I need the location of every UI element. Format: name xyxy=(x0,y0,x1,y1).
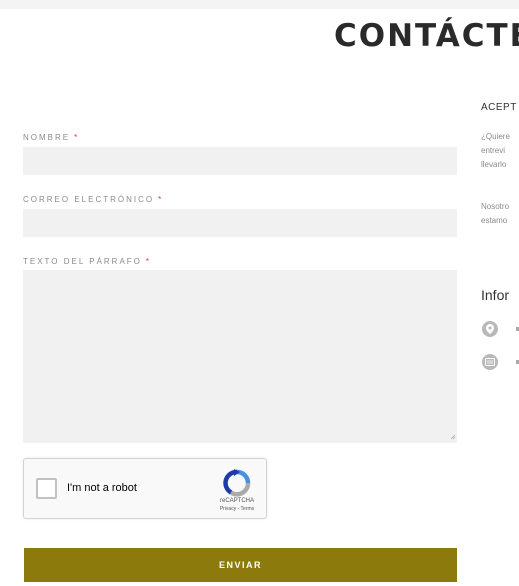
sidebar-paragraph: Nosotro estamo xyxy=(481,200,519,228)
recaptcha-brand: reCAPTCHA xyxy=(219,498,254,504)
recaptcha-widget: I'm not a robot reCAPTCHA Privacy - Term… xyxy=(23,458,267,519)
sidebar-paragraph-line: ¿Quiere xyxy=(481,132,510,141)
info-heading: Infor xyxy=(481,287,510,303)
email-label: CORREO ELECTRÓNICO * xyxy=(23,195,163,204)
name-label-text: NOMBRE xyxy=(23,133,71,142)
recaptcha-privacy-terms-link[interactable]: Privacy - Terms xyxy=(207,506,267,512)
required-marker: * xyxy=(74,133,80,142)
sidebar-paragraph-line: llevarlo xyxy=(481,160,507,169)
page-title: CONTÁCTE xyxy=(334,18,519,54)
message-label: TEXTO DEL PÁRRAFO * xyxy=(23,257,151,266)
message-textarea[interactable] xyxy=(23,270,457,443)
recaptcha-label: I'm not a robot xyxy=(67,482,137,494)
message-label-text: TEXTO DEL PÁRRAFO xyxy=(23,257,142,266)
email-label-text: CORREO ELECTRÓNICO xyxy=(23,195,155,204)
name-label: NOMBRE * xyxy=(23,133,79,142)
sidebar-paragraph-line: Nosotro xyxy=(481,202,510,211)
envelope-icon xyxy=(482,354,498,370)
required-marker: * xyxy=(158,195,164,204)
submit-button[interactable]: ENVIAR xyxy=(24,548,457,582)
recaptcha-checkbox[interactable] xyxy=(36,478,57,499)
name-field[interactable] xyxy=(23,147,457,175)
sidebar-paragraph-line: estamo xyxy=(481,216,508,225)
email-field[interactable] xyxy=(23,209,457,237)
map-pin-icon xyxy=(482,321,498,337)
sidebar-paragraph: ¿Quiere entrevi llevarlo xyxy=(481,130,519,172)
sidebar-paragraph-line: entrevi xyxy=(481,146,506,155)
sidebar-heading: ACEPT xyxy=(481,102,517,113)
recaptcha-logo-icon xyxy=(223,469,251,497)
top-header-strip xyxy=(0,0,519,9)
required-marker: * xyxy=(145,257,152,266)
